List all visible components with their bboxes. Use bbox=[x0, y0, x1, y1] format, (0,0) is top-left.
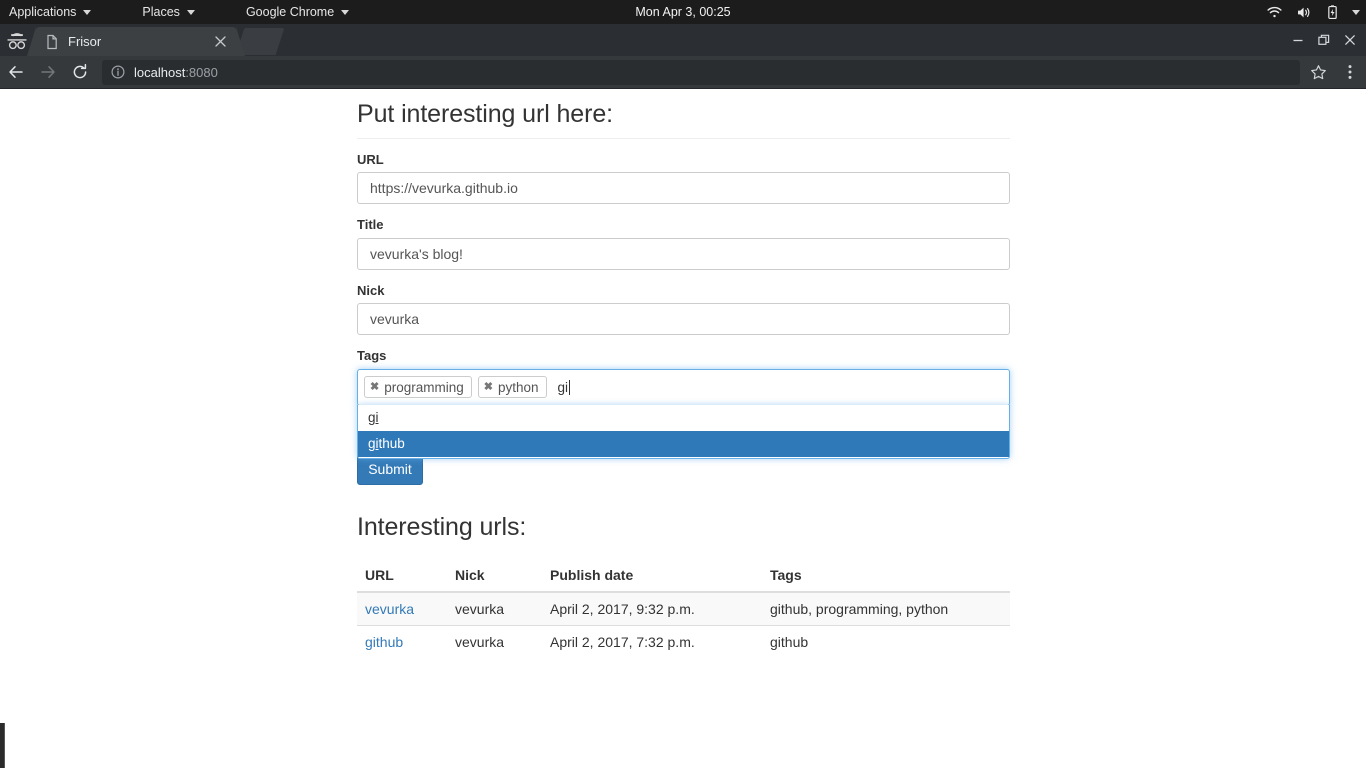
nick-input[interactable] bbox=[357, 303, 1010, 336]
form-group-url: URL bbox=[357, 152, 1010, 205]
chevron-down-icon bbox=[341, 9, 350, 15]
row-url-link[interactable]: github bbox=[365, 634, 403, 650]
url-label: URL bbox=[357, 151, 384, 167]
page-viewport: Put interesting url here: URL Title Nick… bbox=[0, 89, 1366, 768]
tags-typed-value: gi bbox=[557, 379, 569, 395]
tags-option-rest: thub bbox=[378, 436, 405, 452]
tags-autocomplete-option-gi[interactable]: gi bbox=[358, 405, 1009, 431]
tag-chip-programming[interactable]: ✖ programming bbox=[364, 376, 472, 399]
reload-icon[interactable] bbox=[64, 56, 96, 89]
tags-label: Tags bbox=[357, 348, 387, 364]
wifi-icon[interactable] bbox=[1267, 6, 1282, 19]
form-group-tags: Tags Submit ✖ programming ✖ python gi gi… bbox=[357, 348, 1010, 485]
tag-chip-python[interactable]: ✖ python bbox=[477, 376, 547, 399]
browser-toolbar: localhost:8080 bbox=[0, 56, 1366, 89]
page-container: Put interesting url here: URL Title Nick… bbox=[357, 89, 1010, 658]
address-bar-host: localhost bbox=[134, 64, 186, 80]
panel-menu-applications[interactable]: Applications bbox=[0, 0, 102, 24]
title-input[interactable] bbox=[357, 237, 1010, 270]
chevron-down-icon bbox=[83, 9, 92, 15]
tags-option-match: gi bbox=[368, 410, 379, 426]
row-nick: vevurka bbox=[447, 625, 542, 658]
panel-menu-places-label: Places bbox=[142, 5, 180, 19]
restore-icon[interactable] bbox=[1311, 27, 1337, 53]
browser-tab-frisor[interactable]: Frisor bbox=[27, 27, 245, 56]
interesting-urls-table: URL Nick Publish date Tags vevurka vevur… bbox=[357, 559, 1010, 658]
close-icon[interactable] bbox=[1337, 27, 1363, 53]
address-bar-port: :8080 bbox=[185, 64, 218, 80]
url-input[interactable] bbox=[357, 172, 1010, 205]
tags-autocomplete-option-github[interactable]: gi thub bbox=[358, 430, 1009, 457]
close-icon[interactable]: ✖ bbox=[484, 381, 493, 393]
page-title: Put interesting url here: bbox=[357, 100, 613, 128]
volume-icon[interactable] bbox=[1296, 6, 1313, 19]
list-heading: Interesting urls: bbox=[357, 513, 527, 541]
desktop-top-panel: Applications Places Google Chrome Mon Ap… bbox=[0, 0, 1366, 24]
window-controls bbox=[1285, 27, 1363, 53]
column-header-date: Publish date bbox=[542, 559, 762, 593]
browser-tab-title: Frisor bbox=[68, 34, 102, 49]
row-date: April 2, 2017, 9:32 p.m. bbox=[542, 592, 762, 626]
browser-tab-strip: Frisor bbox=[0, 24, 1366, 56]
page-icon bbox=[44, 34, 60, 50]
panel-menu-applications-label: Applications bbox=[9, 5, 77, 19]
close-icon[interactable]: ✖ bbox=[370, 381, 379, 393]
table-row: vevurka vevurka April 2, 2017, 9:32 p.m.… bbox=[357, 592, 1010, 626]
row-tags: github bbox=[762, 625, 1010, 658]
chevron-down-icon[interactable] bbox=[1352, 9, 1360, 15]
table-row: github vevurka April 2, 2017, 7:32 p.m. … bbox=[357, 625, 1010, 658]
column-header-tags: Tags bbox=[762, 559, 1010, 593]
address-bar-url: localhost:8080 bbox=[134, 65, 218, 80]
battery-charging-icon[interactable] bbox=[1327, 4, 1338, 20]
tags-autocomplete-menu[interactable]: gi gi thub bbox=[357, 404, 1010, 459]
back-arrow-icon[interactable] bbox=[0, 56, 32, 89]
tags-widget: Submit ✖ programming ✖ python gi gi gi t… bbox=[357, 368, 1010, 485]
row-nick: vevurka bbox=[447, 592, 542, 626]
star-icon[interactable] bbox=[1302, 56, 1334, 89]
panel-menu-places[interactable]: Places bbox=[102, 0, 206, 24]
minimize-icon[interactable] bbox=[1285, 27, 1311, 53]
chevron-down-icon bbox=[186, 9, 195, 15]
tag-chip-label: python bbox=[497, 379, 539, 395]
row-date: April 2, 2017, 7:32 p.m. bbox=[542, 625, 762, 658]
tag-chip-label: programming bbox=[384, 379, 464, 395]
address-bar[interactable]: localhost:8080 bbox=[102, 59, 1300, 85]
table-header-row: URL Nick Publish date Tags bbox=[357, 559, 1010, 593]
nick-label: Nick bbox=[357, 282, 385, 298]
column-header-nick: Nick bbox=[447, 559, 542, 593]
text-cursor bbox=[569, 379, 571, 395]
row-url-link[interactable]: vevurka bbox=[365, 601, 414, 617]
tags-chip-row: ✖ programming ✖ python gi bbox=[364, 375, 1003, 400]
tags-input-container[interactable]: ✖ programming ✖ python gi bbox=[357, 368, 1010, 406]
form-group-title: Title bbox=[357, 217, 1010, 270]
info-circle-icon[interactable] bbox=[111, 65, 125, 79]
tags-option-match: gi bbox=[368, 436, 379, 452]
row-tags: github, programming, python bbox=[762, 592, 1010, 626]
table-head: URL Nick Publish date Tags bbox=[357, 559, 1010, 593]
close-icon[interactable] bbox=[212, 34, 228, 50]
title-label: Title bbox=[357, 217, 384, 233]
form-group-nick: Nick bbox=[357, 283, 1010, 336]
forward-arrow-icon bbox=[32, 56, 64, 89]
title-divider bbox=[357, 137, 1010, 139]
desktop-edge-strip bbox=[0, 723, 5, 768]
panel-system-tray[interactable] bbox=[1267, 0, 1360, 24]
table-body: vevurka vevurka April 2, 2017, 9:32 p.m.… bbox=[357, 592, 1010, 658]
column-header-url: URL bbox=[357, 559, 447, 593]
panel-menu-google-chrome[interactable]: Google Chrome bbox=[206, 0, 360, 24]
tags-text-input[interactable]: gi bbox=[557, 379, 571, 395]
three-dot-menu-icon[interactable] bbox=[1334, 56, 1366, 89]
panel-menu-google-chrome-label: Google Chrome bbox=[245, 5, 335, 19]
